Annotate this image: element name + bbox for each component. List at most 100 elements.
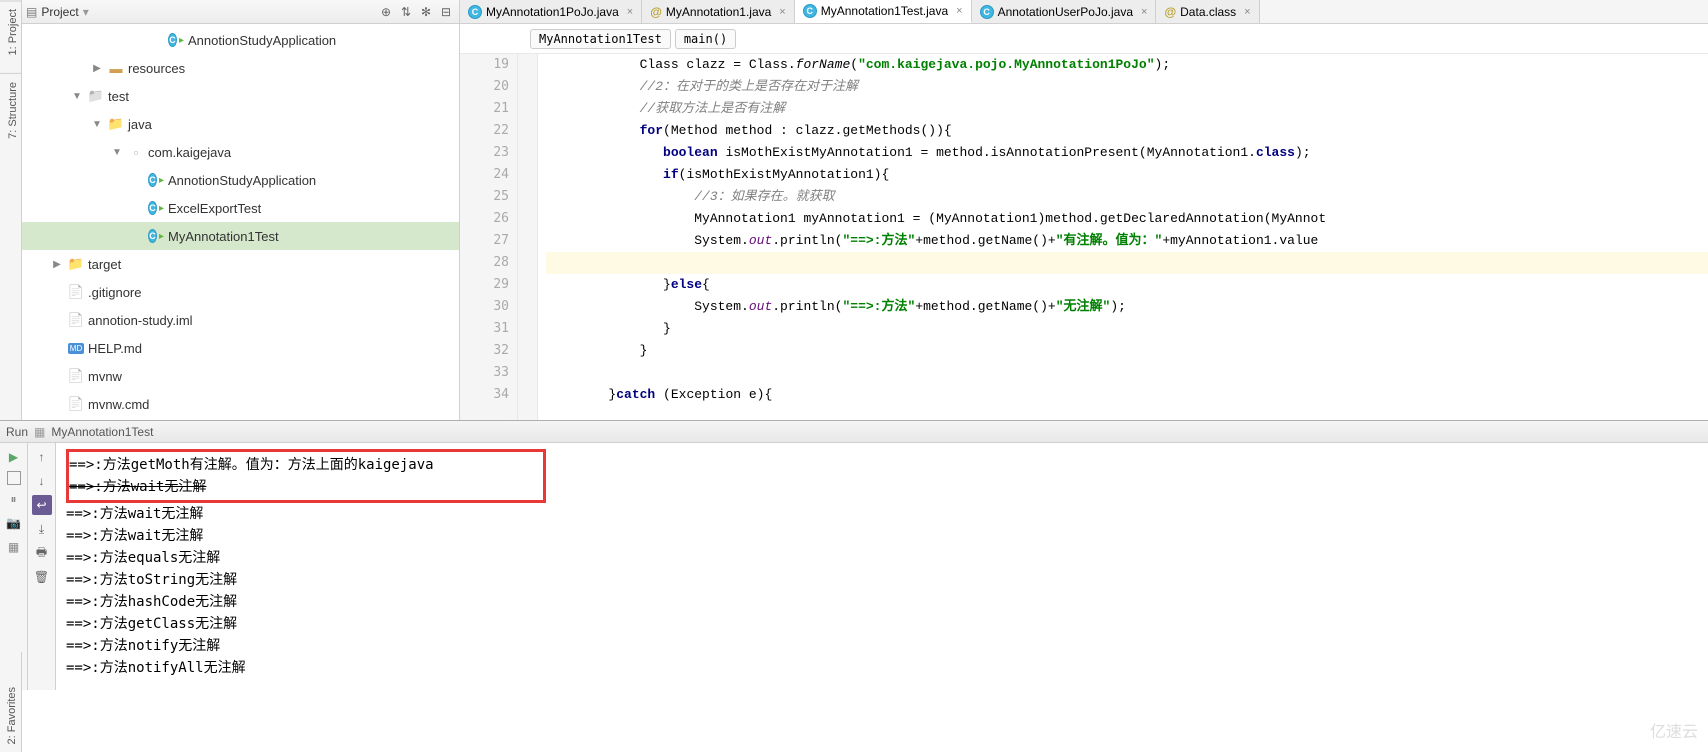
file-icon: 📄 — [68, 368, 84, 384]
clear-icon[interactable]: 🗑 — [32, 567, 52, 587]
close-icon[interactable]: × — [779, 6, 785, 18]
code-line[interactable]: } — [546, 340, 1708, 362]
close-icon[interactable]: × — [956, 5, 962, 17]
soft-wrap-icon[interactable]: ↩ — [32, 495, 52, 515]
class-icon: C — [468, 5, 482, 19]
tree-arrow-icon[interactable] — [50, 341, 64, 355]
print-icon[interactable]: 🖶 — [32, 543, 52, 563]
project-title: Project — [41, 5, 78, 19]
tree-item[interactable]: MDHELP.md — [22, 334, 459, 362]
tree-arrow-icon[interactable] — [50, 313, 64, 327]
code-line[interactable]: //3：如果存在。就获取 — [546, 186, 1708, 208]
editor-tab[interactable]: @ MyAnnotation1.java × — [642, 0, 795, 23]
tree-arrow-icon[interactable] — [130, 201, 144, 215]
tree-item[interactable]: ▼▫com.kaigejava — [22, 138, 459, 166]
class-icon: C▸ — [168, 32, 184, 48]
tree-arrow-icon[interactable] — [130, 229, 144, 243]
annotation-icon: @ — [1164, 5, 1176, 19]
code-line[interactable]: MyAnnotation1 myAnnotation1 = (MyAnnotat… — [546, 208, 1708, 230]
tree-arrow-icon[interactable] — [150, 33, 164, 47]
tab-label: MyAnnotation1PoJo.java — [486, 5, 619, 19]
class-icon: C — [803, 4, 817, 18]
close-icon[interactable]: × — [627, 6, 633, 18]
expand-icon[interactable]: ⇅ — [397, 3, 415, 21]
output-line: ==>:方法getMoth有注解。值为：方法上面的kaigejava — [69, 454, 531, 476]
tree-item[interactable]: ▼📁java — [22, 110, 459, 138]
code-line[interactable] — [546, 252, 1708, 274]
tree-arrow-icon[interactable]: ▶ — [50, 257, 64, 271]
tree-arrow-icon[interactable]: ▼ — [70, 89, 84, 103]
breadcrumb-method[interactable]: main() — [675, 29, 736, 49]
code-line[interactable]: boolean isMothExistMyAnnotation1 = metho… — [546, 142, 1708, 164]
code-line[interactable]: Class clazz = Class.forName("com.kaigeja… — [546, 54, 1708, 76]
tree-item[interactable]: C▸MyAnnotation1Test — [22, 222, 459, 250]
project-tree[interactable]: C▸AnnotionStudyApplication▶▬resources▼📁t… — [22, 24, 459, 420]
tree-arrow-icon[interactable] — [50, 397, 64, 411]
tree-item[interactable]: 📄.gitignore — [22, 278, 459, 306]
code-line[interactable]: if(isMothExistMyAnnotation1){ — [546, 164, 1708, 186]
editor-tab[interactable]: C MyAnnotation1PoJo.java × — [460, 0, 642, 23]
tree-item[interactable]: C▸AnnotionStudyApplication — [22, 166, 459, 194]
down-icon[interactable]: ↓ — [32, 471, 52, 491]
tree-item[interactable]: ▼📁test — [22, 82, 459, 110]
code-line[interactable] — [546, 362, 1708, 384]
editor-tab[interactable]: @Data.class× — [1156, 0, 1259, 23]
dump-icon[interactable]: 📷 — [4, 513, 24, 533]
settings-icon[interactable]: ✻ — [417, 3, 435, 21]
project-tool-button[interactable]: 1: Project — [0, 0, 21, 63]
tree-item[interactable]: C▸ AnnotionStudyApplication — [22, 26, 459, 54]
folder-test-icon: 📁 — [108, 116, 124, 132]
code-line[interactable]: } — [546, 318, 1708, 340]
output-line: ==>:方法notifyAll无注解 — [66, 657, 1698, 679]
layout-icon[interactable]: ▦ — [4, 537, 24, 557]
code-line[interactable]: System.out.println("==>:方法"+method.getNa… — [546, 296, 1708, 318]
favorites-tool-button[interactable]: 2: Favorites — [0, 679, 21, 752]
annotation-icon: @ — [650, 5, 662, 19]
stop-icon[interactable] — [7, 471, 21, 485]
tree-item[interactable]: ▶▬resources — [22, 54, 459, 82]
breadcrumb-class[interactable]: MyAnnotation1Test — [530, 29, 671, 49]
output-line: ==>:方法equals无注解 — [66, 547, 1698, 569]
favorites-bar: 2: Favorites — [0, 652, 22, 752]
rerun-icon[interactable]: ▶ — [4, 447, 24, 467]
left-sidebar: 1: Project 7: Structure — [0, 0, 22, 420]
code-line[interactable]: System.out.println("==>:方法"+method.getNa… — [546, 230, 1708, 252]
output-line: ==>:方法wait无注解 — [66, 525, 1698, 547]
md-icon: MD — [68, 340, 84, 356]
tree-label: AnnotionStudyApplication — [188, 33, 336, 48]
structure-tool-button[interactable]: 7: Structure — [0, 73, 21, 147]
tree-label: ExcelExportTest — [168, 201, 261, 216]
run-output[interactable]: ==>:方法getMoth有注解。值为：方法上面的kaigejava ==>:方法… — [56, 443, 1708, 690]
editor-tab[interactable]: CAnnotationUserPoJo.java× — [972, 0, 1157, 23]
pause-icon[interactable]: ⏸ — [4, 489, 24, 509]
editor-tab[interactable]: CMyAnnotation1Test.java× — [795, 0, 972, 23]
code-line[interactable]: //获取方法上是否有注解 — [546, 98, 1708, 120]
tree-arrow-icon[interactable] — [50, 369, 64, 383]
code-line[interactable]: }else{ — [546, 274, 1708, 296]
tree-arrow-icon[interactable]: ▶ — [90, 61, 104, 75]
output-line: ==>:方法hashCode无注解 — [66, 591, 1698, 613]
tree-item[interactable]: C▸ExcelExportTest — [22, 194, 459, 222]
tree-arrow-icon[interactable] — [130, 173, 144, 187]
tree-arrow-icon[interactable]: ▼ — [110, 145, 124, 159]
tree-item[interactable]: ▶📁target — [22, 250, 459, 278]
tree-item[interactable]: 📄mvnw.cmd — [22, 390, 459, 418]
close-icon[interactable]: × — [1141, 6, 1147, 18]
code-editor[interactable]: Class clazz = Class.forName("com.kaigeja… — [538, 54, 1708, 420]
tree-label: annotion-study.iml — [88, 313, 193, 328]
folder-icon: 📁 — [88, 88, 104, 104]
tree-item[interactable]: 📄mvnw — [22, 362, 459, 390]
tree-arrow-icon[interactable]: ▼ — [90, 117, 104, 131]
close-icon[interactable]: × — [1244, 6, 1250, 18]
tab-label: MyAnnotation1.java — [666, 5, 771, 19]
code-line[interactable]: }catch (Exception e){ — [546, 384, 1708, 406]
locate-icon[interactable]: ⊕ — [377, 3, 395, 21]
code-line[interactable]: //2：在对于的类上是否存在对于注解 — [546, 76, 1708, 98]
tree-arrow-icon[interactable] — [50, 285, 64, 299]
up-icon[interactable]: ↑ — [32, 447, 52, 467]
scroll-icon[interactable]: ⤓ — [32, 519, 52, 539]
tree-item[interactable]: 📄annotion-study.iml — [22, 306, 459, 334]
code-line[interactable]: for(Method method : clazz.getMethods()){ — [546, 120, 1708, 142]
hide-icon[interactable]: ⊟ — [437, 3, 455, 21]
output-line: ==>:方法toString无注解 — [66, 569, 1698, 591]
